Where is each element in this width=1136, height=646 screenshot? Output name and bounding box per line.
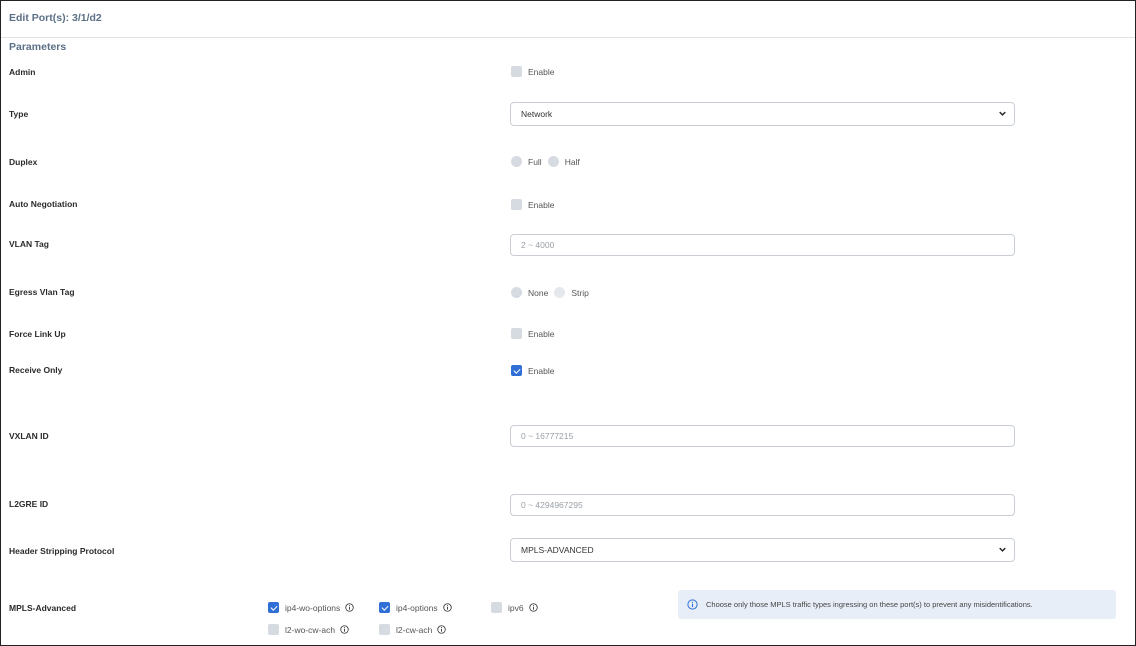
chevron-down-icon [999, 111, 1006, 116]
mpls-l2-cw-ach-checkbox[interactable]: l2-cw-ach [379, 624, 447, 635]
checkbox-box[interactable] [511, 365, 522, 376]
checkbox-box[interactable] [379, 602, 390, 613]
admin-enable-checkbox[interactable]: Enable [511, 66, 560, 77]
header-stripping-value: MPLS-ADVANCED [521, 545, 594, 555]
mpls-l2-wo-cw-ach-checkbox[interactable]: l2-wo-cw-ach [268, 624, 349, 635]
checkbox-box[interactable] [511, 66, 522, 77]
info-icon[interactable] [442, 603, 452, 612]
vlan-tag-label: VLAN Tag [9, 239, 49, 249]
checkbox-label: ip4-wo-options [285, 602, 341, 613]
vxlan-id-input[interactable]: 0 ~ 16777215 [510, 425, 1015, 447]
info-icon[interactable] [345, 603, 354, 612]
mpls-advanced-label: MPLS-Advanced [9, 603, 77, 613]
chevron-down-icon [999, 547, 1006, 552]
egress-strip-label: Strip [571, 287, 589, 298]
mpls-ip4-options-checkbox[interactable]: ip4-options [379, 602, 452, 613]
auto-negotiation-enable-checkbox[interactable]: Enable [511, 199, 560, 210]
l2gre-id-input[interactable]: 0 ~ 4294967295 [510, 494, 1015, 516]
l2gre-id-label: L2GRE ID [9, 499, 49, 509]
l2gre-id-placeholder: 0 ~ 4294967295 [521, 500, 583, 510]
checkbox-label: Enable [528, 66, 555, 77]
checkbox-label: ip4-options [396, 602, 438, 613]
header-stripping-select[interactable]: MPLS-ADVANCED [510, 538, 1015, 562]
section-title-parameters: Parameters [9, 41, 67, 53]
checkbox-box[interactable] [268, 624, 279, 635]
type-select-value: Network [521, 109, 553, 119]
checkbox-box[interactable] [379, 624, 390, 635]
checkbox-box[interactable] [511, 328, 522, 339]
receive-only-label: Receive Only [9, 365, 63, 375]
egress-vlan-tag-label: Egress Vlan Tag [9, 287, 75, 297]
info-icon[interactable] [340, 625, 349, 634]
checkbox-label: Enable [528, 328, 555, 339]
edit-port-panel: Edit Port(s): 3/1/d2 Parameters Admin En… [0, 0, 1136, 646]
checkbox-label: Enable [528, 199, 555, 210]
duplex-full-radio[interactable] [511, 156, 522, 167]
duplex-radio-group: Full Half [511, 156, 586, 167]
duplex-full-label: Full [528, 156, 542, 167]
panel-header: Edit Port(s): 3/1/d2 [1, 1, 1135, 38]
page-title: Edit Port(s): 3/1/d2 [9, 12, 102, 24]
type-label: Type [9, 109, 29, 119]
force-link-up-label: Force Link Up [9, 329, 66, 339]
checkbox-box[interactable] [268, 602, 279, 613]
vlan-tag-placeholder: 2 ~ 4000 [521, 240, 555, 250]
checkbox-box[interactable] [491, 602, 502, 613]
force-link-up-enable-checkbox[interactable]: Enable [511, 328, 560, 339]
info-icon [687, 599, 698, 610]
vxlan-id-label: VXLAN ID [9, 431, 49, 441]
type-select[interactable]: Network [510, 102, 1015, 126]
auto-negotiation-label: Auto Negotiation [9, 199, 78, 209]
egress-none-radio[interactable] [511, 287, 522, 298]
duplex-label: Duplex [9, 157, 38, 167]
checkbox-box[interactable] [511, 199, 522, 210]
info-icon[interactable] [528, 603, 538, 612]
checkbox-label: l2-cw-ach [396, 624, 433, 635]
checkbox-label: l2-wo-cw-ach [285, 624, 336, 635]
egress-vlan-tag-radio-group: None Strip [511, 287, 595, 298]
checkbox-label: ipv6 [508, 602, 524, 613]
receive-only-enable-checkbox[interactable]: Enable [511, 365, 560, 376]
egress-none-label: None [528, 287, 549, 298]
header-stripping-label: Header Stripping Protocol [9, 546, 115, 556]
vxlan-id-placeholder: 0 ~ 16777215 [521, 431, 574, 441]
mpls-info-text: Choose only those MPLS traffic types ing… [706, 600, 1033, 609]
egress-strip-radio[interactable] [554, 287, 566, 298]
duplex-half-radio[interactable] [547, 156, 559, 167]
info-icon[interactable] [437, 625, 447, 634]
vlan-tag-input[interactable]: 2 ~ 4000 [510, 234, 1015, 256]
mpls-info-banner: Choose only those MPLS traffic types ing… [678, 590, 1116, 619]
admin-label: Admin [9, 67, 36, 77]
duplex-half-label: Half [564, 156, 580, 167]
checkbox-label: Enable [528, 365, 555, 376]
mpls-ip4-wo-options-checkbox[interactable]: ip4-wo-options [268, 602, 354, 613]
mpls-ipv6-checkbox[interactable]: ipv6 [491, 602, 538, 613]
